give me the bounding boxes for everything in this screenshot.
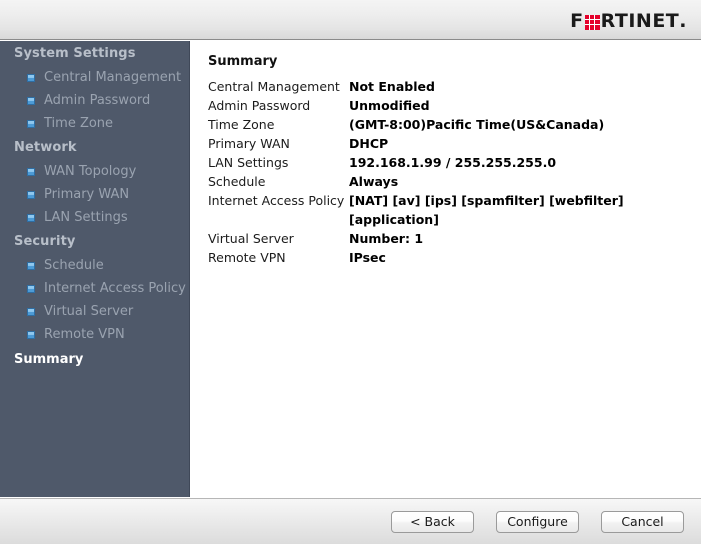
- summary-value-schedule: Always: [349, 172, 658, 191]
- sidebar-item-virtual-server[interactable]: Virtual Server: [0, 300, 189, 323]
- summary-label-remote-vpn: Remote VPN: [208, 248, 349, 267]
- sidebar-item-label: Admin Password: [44, 91, 150, 110]
- sidebar-item-admin-password[interactable]: Admin Password: [0, 89, 189, 112]
- summary-value-central-management: Not Enabled: [349, 77, 658, 96]
- summary-value-lan-settings: 192.168.1.99 / 255.255.255.0: [349, 153, 658, 172]
- app-header: F RTINET.: [0, 0, 701, 40]
- sidebar-item-internet-access-policy[interactable]: Internet Access Policy: [0, 277, 189, 300]
- nav-group-network: Network WAN Topology Primary WAN LAN Set…: [0, 135, 189, 229]
- bullet-square-icon: [27, 120, 35, 128]
- bullet-square-icon: [27, 262, 35, 270]
- bullet-square-icon: [27, 97, 35, 105]
- sidebar-item-summary[interactable]: Summary: [0, 346, 189, 372]
- summary-label-schedule: Schedule: [208, 172, 349, 191]
- table-row: Admin Password Unmodified: [208, 96, 658, 115]
- table-row: Schedule Always: [208, 172, 658, 191]
- table-row: Time Zone (GMT-8:00)Pacific Time(US&Cana…: [208, 115, 658, 134]
- page-title: Summary: [208, 54, 277, 69]
- bullet-square-icon: [27, 168, 35, 176]
- summary-label-virtual-server: Virtual Server: [208, 229, 349, 248]
- wizard-window: F RTINET. System Settings Central Managem…: [0, 0, 701, 544]
- summary-label-admin-password: Admin Password: [208, 96, 349, 115]
- fortinet-logo: F RTINET.: [570, 11, 687, 31]
- logo-letter-f: F: [570, 11, 583, 31]
- table-row: Remote VPN IPsec: [208, 248, 658, 267]
- table-row: Primary WAN DHCP: [208, 134, 658, 153]
- summary-table: Central Management Not Enabled Admin Pas…: [208, 77, 658, 267]
- bullet-square-icon: [27, 308, 35, 316]
- bullet-square-icon: [27, 74, 35, 82]
- bullet-square-icon: [27, 285, 35, 293]
- sidebar-item-label: Remote VPN: [44, 325, 125, 344]
- bullet-square-icon: [27, 191, 35, 199]
- footer-button-group: < Back Configure Cancel: [391, 511, 684, 533]
- fortinet-logo-text: F RTINET.: [570, 11, 687, 31]
- sidebar-item-schedule[interactable]: Schedule: [0, 254, 189, 277]
- summary-label-central-management: Central Management: [208, 77, 349, 96]
- summary-label-primary-wan: Primary WAN: [208, 134, 349, 153]
- nav-group-security: Security Schedule Internet Access Policy…: [0, 229, 189, 346]
- logo-period: .: [679, 11, 687, 31]
- summary-label-lan-settings: LAN Settings: [208, 153, 349, 172]
- sidebar-item-label: Schedule: [44, 256, 104, 275]
- summary-value-admin-password: Unmodified: [349, 96, 658, 115]
- sidebar-item-central-management[interactable]: Central Management: [0, 66, 189, 89]
- summary-label-internet-access-policy: Internet Access Policy: [208, 191, 349, 229]
- summary-value-remote-vpn: IPsec: [349, 248, 658, 267]
- sidebar-item-wan-topology[interactable]: WAN Topology: [0, 160, 189, 183]
- nav-group-title-security: Security: [0, 229, 189, 254]
- configure-button[interactable]: Configure: [496, 511, 579, 533]
- summary-value-time-zone: (GMT-8:00)Pacific Time(US&Canada): [349, 115, 658, 134]
- nav-group-title-network: Network: [0, 135, 189, 160]
- sidebar-item-label: Central Management: [44, 68, 181, 87]
- nav-group-system-settings: System Settings Central Management Admin…: [0, 41, 189, 135]
- wizard-footer: < Back Configure Cancel: [0, 498, 701, 544]
- back-button[interactable]: < Back: [391, 511, 474, 533]
- table-row: Central Management Not Enabled: [208, 77, 658, 96]
- sidebar-item-remote-vpn[interactable]: Remote VPN: [0, 323, 189, 346]
- sidebar-item-primary-wan[interactable]: Primary WAN: [0, 183, 189, 206]
- table-row: Virtual Server Number: 1: [208, 229, 658, 248]
- logo-letters-rtinet: RTINET: [601, 11, 680, 31]
- summary-value-virtual-server: Number: 1: [349, 229, 658, 248]
- summary-panel: Summary Central Management Not Enabled A…: [191, 41, 701, 497]
- sidebar-item-label: LAN Settings: [44, 208, 128, 227]
- sidebar-item-time-zone[interactable]: Time Zone: [0, 112, 189, 135]
- bullet-square-icon: [27, 331, 35, 339]
- cancel-button[interactable]: Cancel: [601, 511, 684, 533]
- sidebar-item-label: Time Zone: [44, 114, 113, 133]
- bullet-square-icon: [27, 214, 35, 222]
- wizard-sidebar: System Settings Central Management Admin…: [0, 41, 190, 497]
- summary-value-primary-wan: DHCP: [349, 134, 658, 153]
- sidebar-item-label: WAN Topology: [44, 162, 136, 181]
- table-row: Internet Access Policy [NAT] [av] [ips] …: [208, 191, 658, 229]
- nav-group-title-system-settings: System Settings: [0, 41, 189, 66]
- fortinet-logo-mark-icon: [585, 15, 600, 30]
- table-row: LAN Settings 192.168.1.99 / 255.255.255.…: [208, 153, 658, 172]
- sidebar-item-label: Primary WAN: [44, 185, 129, 204]
- summary-label-time-zone: Time Zone: [208, 115, 349, 134]
- sidebar-item-lan-settings[interactable]: LAN Settings: [0, 206, 189, 229]
- sidebar-item-label: Internet Access Policy: [44, 279, 186, 298]
- sidebar-item-label: Virtual Server: [44, 302, 133, 321]
- summary-value-internet-access-policy: [NAT] [av] [ips] [spamfilter] [webfilter…: [349, 191, 658, 229]
